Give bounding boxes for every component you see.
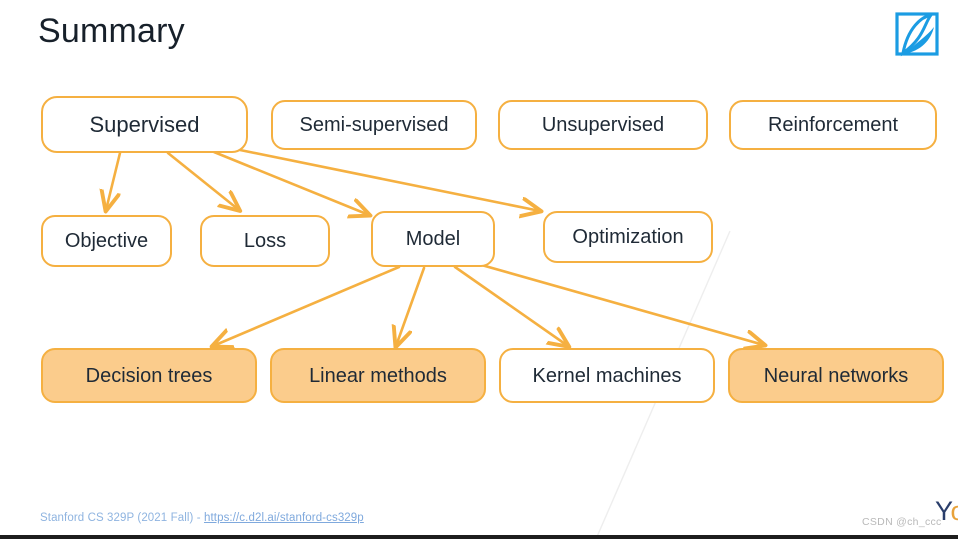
node-label: Optimization [572,226,684,248]
node-decision-trees[interactable]: Decision trees [41,348,257,403]
d2l-leaf-logo-icon [891,8,943,60]
corner-accent-letter: o [951,496,958,526]
node-label: Kernel machines [532,364,682,387]
node-linear-methods[interactable]: Linear methods [270,348,486,403]
csdn-watermark: CSDN @ch_ccc [862,516,942,528]
node-label: Model [405,228,461,250]
corner-letter: Y [935,496,951,526]
node-label: Objective [64,230,149,252]
node-label: Neural networks [763,364,909,387]
slide-canvas: Summary Supervised Semi-supervised Unsup… [0,0,958,539]
footer-prefix: Stanford CS 329P (2021 Fall) - [40,512,204,524]
node-optimization[interactable]: Optimization [543,211,713,263]
footer: Stanford CS 329P (2021 Fall) - https://c… [40,512,364,524]
node-reinforcement[interactable]: Reinforcement [729,100,937,150]
node-label: Supervised [89,111,200,137]
node-semi-supervised[interactable]: Semi-supervised [271,100,477,150]
node-kernel-machines[interactable]: Kernel machines [499,348,715,403]
node-objective[interactable]: Objective [41,215,172,267]
node-label: Reinforcement [767,114,899,136]
node-label: Linear methods [309,364,447,387]
node-label: Semi-supervised [299,114,449,136]
node-loss[interactable]: Loss [200,215,330,267]
node-model[interactable]: Model [371,211,495,267]
node-supervised[interactable]: Supervised [41,96,248,153]
page-title: Summary [38,12,185,50]
node-unsupervised[interactable]: Unsupervised [498,100,708,150]
node-label: Unsupervised [541,114,665,136]
connector-layer [0,148,958,535]
footer-course-link[interactable]: https://c.d2l.ai/stanford-cs329p [204,512,364,524]
corner-cropped-mark: Yo [935,496,958,527]
node-label: Loss [243,230,287,252]
node-neural-networks[interactable]: Neural networks [728,348,944,403]
node-label: Decision trees [85,364,213,387]
